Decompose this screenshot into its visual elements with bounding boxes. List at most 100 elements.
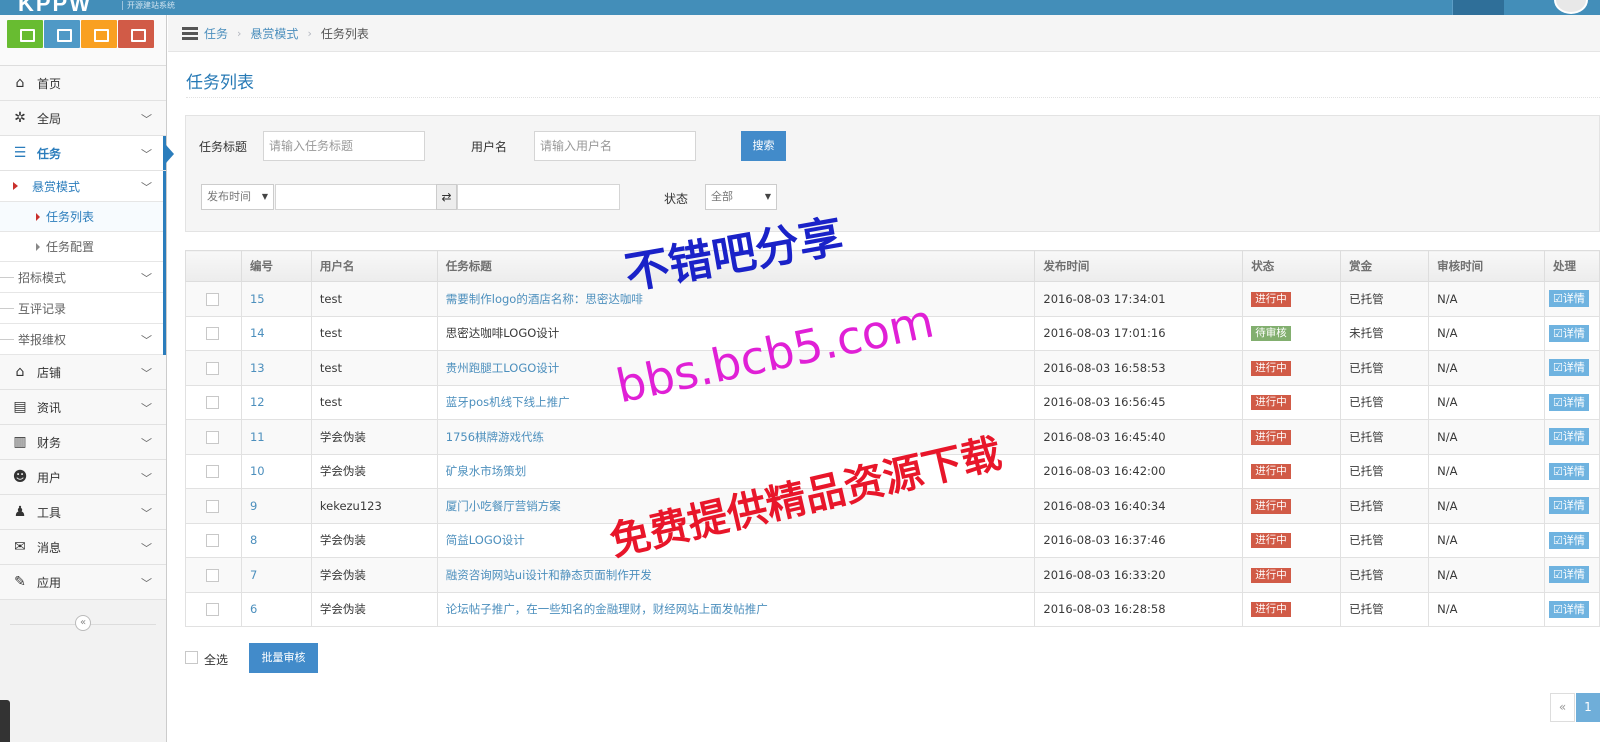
status-select[interactable]: 全部 ▼	[705, 184, 777, 210]
batch-audit-button[interactable]: 批量审核	[249, 643, 318, 673]
row-time: 2016-08-03 16:45:40	[1034, 419, 1244, 455]
end-date-input[interactable]	[457, 184, 620, 210]
sidebar-item-shop[interactable]: ⌂ 店铺 ﹀	[0, 355, 166, 390]
task-title-link[interactable]: 需要制作logo的酒店名称：思密达咖啡	[446, 292, 643, 306]
task-title-link[interactable]: 厦门小吃餐厅营销方案	[446, 499, 561, 513]
detail-button[interactable]: ☑详情	[1548, 462, 1589, 480]
submenu-reward-mode[interactable]: 悬赏模式 ﹀	[0, 171, 163, 202]
select-all-checkbox[interactable]	[185, 651, 198, 664]
task-title-input[interactable]	[263, 131, 425, 161]
username-input[interactable]	[534, 131, 696, 161]
row-checkbox[interactable]	[206, 327, 219, 341]
submenu-review-log[interactable]: 互评记录	[0, 293, 163, 324]
status-badge: 进行中	[1251, 429, 1291, 445]
sidebar-item-finance[interactable]: ▥ 财务 ﹀	[0, 425, 166, 460]
row-checkbox[interactable]	[206, 534, 219, 548]
task-title-link[interactable]: 论坛帖子推广，在一些知名的金融理财，财经网站上面发帖推广	[446, 602, 768, 616]
caret-down-icon: ▼	[764, 192, 771, 201]
row-checkbox[interactable]	[206, 292, 219, 306]
sidebar-item-home[interactable]: ⌂ 首页	[0, 66, 166, 101]
task-id-link[interactable]: 14	[250, 326, 265, 340]
row-select-cell	[185, 522, 242, 558]
submenu-report[interactable]: 举报维权 ﹀	[0, 324, 163, 355]
task-id-link[interactable]: 9	[250, 499, 257, 513]
row-id[interactable]: 11	[240, 419, 312, 455]
task-id-link[interactable]: 7	[250, 568, 257, 582]
row-select-cell	[185, 557, 242, 593]
task-title-link[interactable]: 矿泉水市场策划	[446, 464, 527, 478]
row-status: 进行中	[1242, 557, 1342, 593]
sidebar-item-apps[interactable]: ✎ 应用 ﹀	[0, 565, 166, 600]
detail-button[interactable]: ☑详情	[1548, 497, 1589, 515]
sidebar-item-messages[interactable]: ✉ 消息 ﹀	[0, 530, 166, 565]
row-id[interactable]: 10	[240, 453, 312, 489]
row-checkbox[interactable]	[206, 603, 219, 617]
breadcrumb-task[interactable]: 任务	[204, 25, 228, 42]
avatar[interactable]	[1554, 0, 1588, 14]
task-title-link[interactable]: 贵州跑腿工LOGO设计	[446, 361, 560, 375]
row-checkbox[interactable]	[206, 396, 219, 410]
detail-button[interactable]: ☑详情	[1548, 428, 1589, 446]
search-button[interactable]: 搜索	[741, 131, 786, 161]
select-all-label[interactable]: 全选	[204, 651, 228, 668]
detail-button[interactable]: ☑详情	[1548, 324, 1589, 342]
sidebar-item-news[interactable]: ▤ 资讯 ﹀	[0, 390, 166, 425]
row-id[interactable]: 13	[240, 350, 312, 386]
task-id-link[interactable]: 8	[250, 533, 257, 547]
row-id[interactable]: 14	[240, 315, 312, 351]
sidebar-item-global[interactable]: ✲ 全局 ﹀	[0, 101, 166, 136]
time-type-select[interactable]: 发布时间 ▼	[201, 184, 274, 210]
task-title-link[interactable]: 简益LOGO设计	[446, 533, 525, 547]
task-id-link[interactable]: 11	[250, 430, 265, 444]
task-title-link[interactable]: 思密达咖啡LOGO设计	[446, 326, 560, 340]
sidebar-item-users[interactable]: ☻ 用户 ﹀	[0, 460, 166, 495]
row-checkbox[interactable]	[206, 430, 219, 444]
users-icon[interactable]	[81, 20, 117, 48]
task-title-link[interactable]: 融资咨询网站ui设计和静态页面制作开发	[446, 568, 652, 582]
sidebar-item-task[interactable]: ☰ 任务 ﹀	[0, 136, 174, 171]
task-title-link[interactable]: 1756棋牌游戏代练	[446, 430, 544, 444]
pagination-page-1[interactable]: 1	[1576, 693, 1600, 722]
row-id[interactable]: 8	[240, 522, 312, 558]
task-id-link[interactable]: 15	[250, 292, 265, 306]
user-menu-button[interactable]	[1452, 0, 1504, 15]
row-checkbox[interactable]	[206, 465, 219, 479]
gears-icon[interactable]	[118, 20, 154, 48]
pagination-prev[interactable]: «	[1550, 693, 1575, 722]
list-icon[interactable]	[44, 20, 80, 48]
detail-button[interactable]: ☑详情	[1548, 600, 1589, 618]
top-navbar: KPPW 开源建站系统	[0, 0, 1600, 16]
start-date-input[interactable]	[275, 184, 437, 210]
task-title-link[interactable]: 蓝牙pos机线下线上推广	[446, 395, 570, 409]
detail-button[interactable]: ☑详情	[1548, 531, 1589, 549]
row-select-cell	[185, 488, 242, 524]
sidebar-collapse-icon[interactable]: «	[75, 615, 91, 631]
row-checkbox[interactable]	[206, 499, 219, 513]
row-id[interactable]: 12	[240, 384, 312, 420]
detail-button[interactable]: ☑详情	[1548, 290, 1589, 308]
detail-button[interactable]: ☑详情	[1548, 359, 1589, 377]
task-id-link[interactable]: 13	[250, 361, 265, 375]
chevron-down-icon: ﹀	[141, 367, 152, 380]
row-username: 学会伪装	[310, 453, 438, 489]
chart-icon[interactable]	[7, 20, 43, 48]
submenu-task-list[interactable]: 任务列表	[0, 202, 163, 232]
sidebar-item-tools[interactable]: ♟ 工具 ﹀	[0, 495, 166, 530]
row-id[interactable]: 6	[240, 591, 312, 627]
task-id-link[interactable]: 6	[250, 602, 257, 616]
submenu-bid-mode[interactable]: 招标模式 ﹀	[0, 262, 163, 293]
row-id[interactable]: 9	[240, 488, 312, 524]
row-checkbox[interactable]	[206, 568, 219, 582]
detail-button[interactable]: ☑详情	[1548, 393, 1589, 411]
row-id[interactable]: 7	[240, 557, 312, 593]
task-id-link[interactable]: 10	[250, 464, 265, 478]
row-select-cell	[185, 315, 242, 351]
sidebar: ⌂ 首页 ✲ 全局 ﹀ ☰ 任务 ﹀ 悬赏模式 ﹀ 任务列表 任务配置 招标模式…	[0, 15, 174, 742]
chevron-down-icon: ﹀	[141, 542, 152, 555]
submenu-task-config[interactable]: 任务配置	[0, 232, 163, 262]
row-id[interactable]: 15	[240, 281, 312, 317]
breadcrumb-reward-mode[interactable]: 悬赏模式	[250, 25, 298, 42]
detail-button[interactable]: ☑详情	[1548, 566, 1589, 584]
task-id-link[interactable]: 12	[250, 395, 265, 409]
row-checkbox[interactable]	[206, 361, 219, 375]
